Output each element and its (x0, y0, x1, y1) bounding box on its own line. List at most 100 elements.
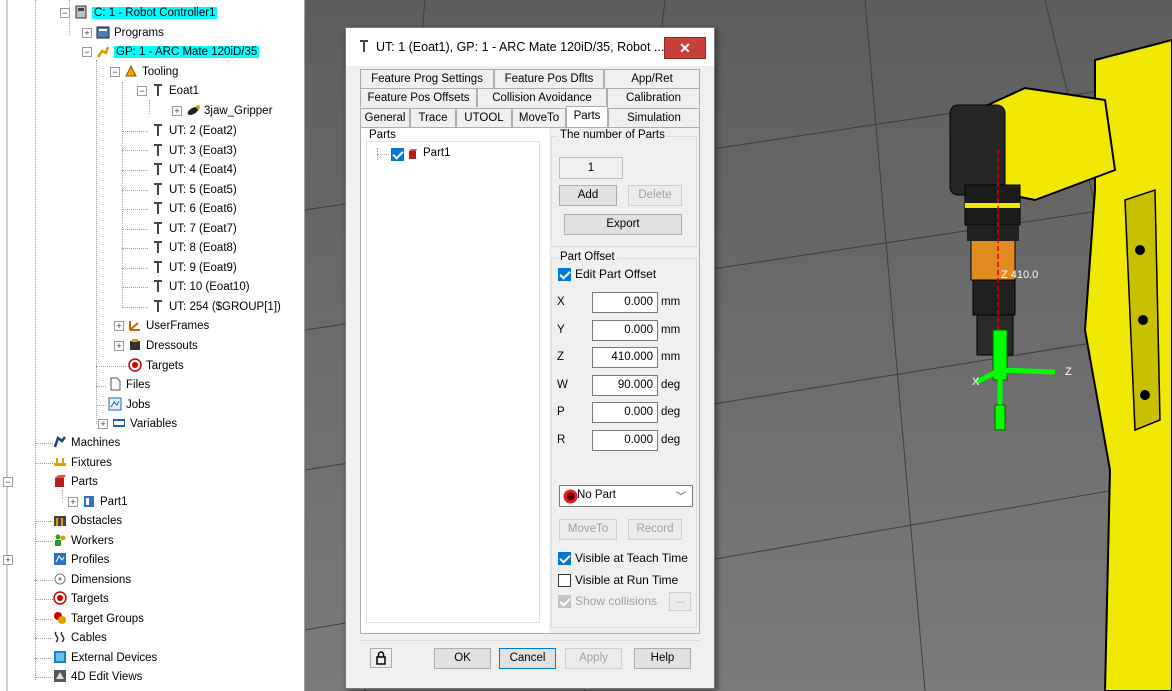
collapse-toggle-icon[interactable]: − (60, 8, 70, 18)
gripper-icon (186, 103, 200, 117)
edit-part-offset-checkbox[interactable] (558, 268, 571, 281)
tab-feature-prog-settings[interactable]: Feature Prog Settings (360, 69, 494, 88)
tab-feature-pos-offsets[interactable]: Feature Pos Offsets (360, 88, 477, 107)
collapse-toggle-icon[interactable]: − (3, 477, 13, 487)
tab-feature-pos-dflts[interactable]: Feature Pos Dflts (494, 69, 604, 88)
help-button[interactable]: Help (634, 648, 691, 669)
collision-options-button[interactable]: ... (669, 592, 691, 611)
tab-utool[interactable]: UTOOL (456, 108, 512, 127)
tree-node-dimensions[interactable]: Dimensions (53, 571, 131, 589)
tree-node-tooling[interactable]: − Tooling (110, 63, 178, 81)
tree-node-obstacles[interactable]: Obstacles (53, 512, 122, 530)
tree-node-tool[interactable]: UT: 7 (Eoat7) (151, 220, 237, 238)
parts-list[interactable]: Part1 (366, 141, 540, 623)
record-button[interactable]: Record (628, 519, 682, 540)
cancel-button[interactable]: Cancel (499, 648, 556, 669)
tree-node-tool[interactable]: UT: 2 (Eoat2) (151, 122, 237, 140)
offset-unit-label: mm (661, 323, 681, 336)
tree-node-files[interactable]: Files (108, 376, 150, 394)
collapse-toggle-icon[interactable]: − (137, 86, 147, 96)
collapse-toggle-icon[interactable]: − (110, 67, 120, 77)
visible-teach-checkbox[interactable] (558, 552, 571, 565)
part1-item[interactable]: Part1 (423, 147, 451, 159)
tree-node-variables[interactable]: + Variables (98, 415, 177, 433)
expand-toggle-icon[interactable]: + (98, 419, 108, 429)
tree-node-tool[interactable]: UT: 6 (Eoat6) (151, 200, 237, 218)
tree-node-gripper[interactable]: + 3jaw_Gripper (172, 102, 272, 120)
tab-simulation[interactable]: Simulation (608, 108, 700, 127)
moveto-button[interactable]: MoveTo (559, 519, 617, 540)
part1-checkbox[interactable] (391, 148, 404, 161)
visible-run-label: Visible at Run Time (575, 573, 679, 587)
tree-node-group[interactable]: − GP: 1 - ARC Mate 120iD/35 (82, 43, 260, 61)
tree-node-tool[interactable]: UT: 10 (Eoat10) (151, 278, 250, 296)
tree-node-profiles[interactable]: + Profiles (3, 551, 109, 569)
tree-node-eoat1[interactable]: − Eoat1 (137, 82, 199, 100)
dialog-title: UT: 1 (Eoat1), GP: 1 - ARC Mate 120iD/35… (376, 40, 665, 54)
tree-node-userframes[interactable]: + UserFrames (114, 317, 209, 335)
export-button[interactable]: Export (564, 214, 682, 235)
tree-node-part1[interactable]: + Part1 (68, 493, 128, 511)
offset-w-field[interactable]: 90.000 (592, 374, 658, 396)
tree-node-fixtures[interactable]: Fixtures (53, 454, 112, 472)
offset-axis-label: X (557, 296, 565, 308)
tree-node-parts[interactable]: − Parts (3, 473, 98, 491)
expand-toggle-icon[interactable]: + (82, 28, 92, 38)
tree-node-workers[interactable]: Workers (53, 532, 114, 550)
tree-node-4d-edit-views[interactable]: 4D Edit Views (53, 668, 142, 686)
tool-icon (151, 299, 165, 313)
tree-node-tool[interactable]: UT: 3 (Eoat3) (151, 142, 237, 160)
tree-node-cables[interactable]: Cables (53, 629, 107, 647)
tree-node-target-groups[interactable]: Target Groups (53, 610, 144, 628)
tree-node-tool[interactable]: UT: 9 (Eoat9) (151, 259, 237, 277)
part-count-label: The number of Parts (558, 129, 667, 141)
offset-x-field[interactable]: 0.000 (592, 292, 658, 313)
tab-parts[interactable]: Parts (566, 106, 608, 127)
offset-y-field[interactable]: 0.000 (592, 319, 658, 341)
dialog-titlebar[interactable]: UT: 1 (Eoat1), GP: 1 - ARC Mate 120iD/35… (346, 28, 714, 66)
expand-toggle-icon[interactable]: + (68, 497, 78, 507)
show-collisions-checkbox[interactable] (558, 595, 571, 608)
expand-toggle-icon[interactable]: + (3, 555, 13, 565)
expand-toggle-icon[interactable]: + (114, 341, 124, 351)
offset-p-field[interactable]: 0.000 (592, 402, 658, 423)
parts-icon (53, 474, 67, 488)
tree-node-jobs[interactable]: Jobs (108, 396, 150, 414)
collapse-toggle-icon[interactable]: − (82, 47, 92, 57)
apply-button[interactable]: Apply (565, 648, 622, 669)
tree-node-tool[interactable]: UT: 4 (Eoat4) (151, 161, 237, 179)
tab-collision-avoidance[interactable]: Collision Avoidance (477, 88, 607, 107)
tree-node-machines[interactable]: Machines (53, 434, 120, 452)
tree-node-targets[interactable]: Targets (53, 590, 109, 608)
tab-moveto[interactable]: MoveTo (512, 108, 566, 127)
tab-calibration[interactable]: Calibration (607, 88, 700, 107)
part-select-dropdown[interactable]: No Part ﹀ (559, 485, 693, 507)
tree-node-tool[interactable]: UT: 254 ($GROUP[1]) (151, 298, 281, 316)
machine-icon (53, 435, 67, 449)
tree-node-dressouts[interactable]: + Dressouts (114, 337, 198, 355)
utool-properties-dialog[interactable]: UT: 1 (Eoat1), GP: 1 - ARC Mate 120iD/35… (345, 27, 715, 689)
delete-part-button[interactable]: Delete (628, 185, 682, 206)
expand-toggle-icon[interactable]: + (114, 321, 124, 331)
tab-app-ret[interactable]: App/Ret (604, 69, 700, 88)
expand-toggle-icon[interactable]: + (172, 106, 182, 116)
close-button[interactable]: ✕ (664, 37, 706, 59)
add-part-button[interactable]: Add (559, 185, 617, 206)
tree-node-tool[interactable]: UT: 5 (Eoat5) (151, 181, 237, 199)
parts-tab-panel: Parts Part1 The number of Parts 1 Add De… (360, 127, 700, 634)
tree-node-external-devices[interactable]: External Devices (53, 649, 157, 667)
visible-run-checkbox[interactable] (558, 574, 571, 587)
offset-z-field[interactable]: 410.000 (592, 347, 658, 368)
offset-r-field[interactable]: 0.000 (592, 429, 658, 451)
tree-node-targets-sub[interactable]: Targets (128, 357, 184, 375)
tree-node-tool[interactable]: UT: 8 (Eoat8) (151, 239, 237, 257)
tree-node-programs[interactable]: + Programs (82, 24, 164, 42)
tool-label: UT: 2 (Eoat2) (169, 125, 237, 137)
workcell-tree[interactable]: − C: 1 - Robot Controller1 + Programs − … (0, 0, 305, 691)
userframe-icon (128, 318, 142, 332)
tab-general[interactable]: General (360, 108, 410, 127)
tab-trace[interactable]: Trace (410, 108, 456, 127)
lock-button[interactable] (370, 648, 392, 668)
tree-node-robot-controller[interactable]: − C: 1 - Robot Controller1 (60, 4, 218, 22)
ok-button[interactable]: OK (434, 648, 491, 669)
